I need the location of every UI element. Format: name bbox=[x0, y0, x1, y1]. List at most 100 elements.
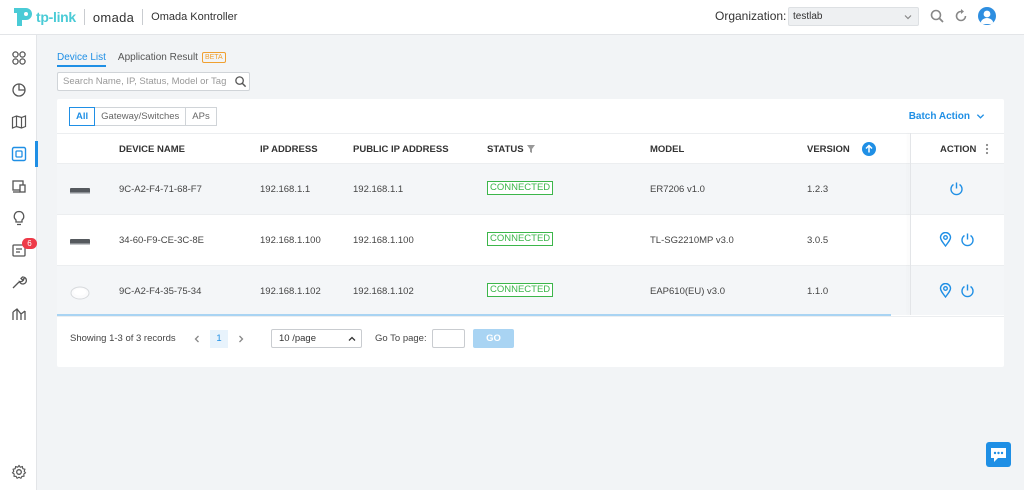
column-device-name[interactable]: DEVICE NAME bbox=[119, 144, 185, 155]
status-badge: CONNECTED bbox=[487, 283, 554, 297]
reboot-icon[interactable] bbox=[960, 283, 975, 298]
column-version[interactable]: VERSION bbox=[807, 144, 850, 155]
ip-address: 192.168.1.102 bbox=[260, 286, 321, 297]
page-number-current[interactable]: 1 bbox=[210, 330, 228, 348]
dashboard-icon bbox=[11, 51, 26, 65]
records-summary: Showing 1-3 of 3 records bbox=[70, 333, 176, 344]
beta-badge: BETA bbox=[201, 52, 226, 63]
sidebar-item-dashboard[interactable] bbox=[0, 43, 37, 73]
sidebar-item-devices[interactable] bbox=[0, 139, 38, 169]
tplink-wordmark: tp-link bbox=[36, 9, 76, 25]
version: 3.0.5 bbox=[807, 235, 829, 246]
table-row[interactable]: 9C-A2-F4-35-75-34 192.168.1.102 192.168.… bbox=[57, 265, 1004, 315]
model: EAP610(EU) v3.0 bbox=[650, 286, 725, 297]
status-badge: CONNECTED bbox=[487, 232, 554, 246]
version: 1.2.3 bbox=[807, 184, 829, 195]
chevron-down-icon bbox=[904, 15, 912, 20]
device-list-card: All Gateway/Switches APs Batch Action DE… bbox=[57, 99, 1004, 367]
top-bar: tp-link omada Omada Kontroller Organizat… bbox=[0, 0, 1024, 35]
chevron-left-icon bbox=[194, 335, 199, 343]
go-button[interactable]: GO bbox=[473, 329, 514, 348]
sidebar-item-clients[interactable] bbox=[0, 171, 37, 201]
refresh-icon[interactable] bbox=[953, 8, 969, 24]
reports-icon bbox=[11, 308, 26, 320]
sidebar-item-settings[interactable] bbox=[0, 457, 37, 487]
brand: tp-link omada Omada Kontroller bbox=[8, 5, 237, 29]
user-avatar[interactable] bbox=[978, 7, 996, 25]
sidebar-item-tools[interactable] bbox=[0, 267, 37, 297]
public-ip-address: 192.168.1.102 bbox=[353, 286, 414, 297]
filter-icon[interactable] bbox=[527, 145, 535, 153]
search-icon[interactable] bbox=[234, 75, 247, 88]
action-column-divider bbox=[910, 133, 911, 315]
column-model[interactable]: MODEL bbox=[650, 144, 684, 155]
sidebar-item-insight[interactable] bbox=[0, 203, 37, 233]
omada-wordmark: omada bbox=[92, 9, 135, 25]
reboot-icon[interactable] bbox=[960, 232, 975, 247]
ip-address: 192.168.1.100 bbox=[260, 235, 321, 246]
sort-ascending-icon[interactable] bbox=[862, 142, 876, 156]
table-row[interactable]: 34-60-F9-CE-3C-8E 192.168.1.100 192.168.… bbox=[57, 214, 1004, 265]
clients-icon bbox=[11, 180, 26, 193]
column-ip-address[interactable]: IP ADDRESS bbox=[260, 144, 318, 155]
sidebar: 6 bbox=[0, 35, 38, 490]
page-size-select[interactable]: 10 /page bbox=[271, 329, 362, 348]
ip-address: 192.168.1.1 bbox=[260, 184, 311, 195]
tab-application-result[interactable]: Application Result BETA bbox=[118, 52, 226, 66]
map-icon bbox=[11, 115, 26, 129]
filter-all[interactable]: All bbox=[69, 107, 96, 126]
tplink-logo-icon bbox=[14, 8, 32, 26]
statistics-icon bbox=[11, 83, 26, 97]
model: ER7206 v1.0 bbox=[650, 184, 705, 195]
prev-page-button[interactable] bbox=[188, 330, 206, 348]
access-point-device-icon bbox=[70, 286, 90, 300]
table-row[interactable]: 9C-A2-F4-71-68-F7 192.168.1.1 192.168.1.… bbox=[57, 163, 1004, 214]
model: TL-SG2210MP v3.0 bbox=[650, 235, 734, 246]
app-name: Omada Kontroller bbox=[151, 11, 238, 23]
column-status[interactable]: STATUS bbox=[487, 144, 524, 155]
chevron-down-icon bbox=[976, 114, 985, 119]
column-action: ACTION bbox=[940, 144, 977, 155]
switch-device-icon bbox=[70, 239, 90, 245]
more-vertical-icon[interactable] bbox=[985, 143, 989, 155]
user-icon bbox=[980, 10, 994, 24]
column-public-ip[interactable]: PUBLIC IP ADDRESS bbox=[353, 144, 449, 155]
public-ip-address: 192.168.1.1 bbox=[353, 184, 404, 195]
tab-device-list[interactable]: Device List bbox=[57, 52, 106, 67]
sidebar-item-logs[interactable]: 6 bbox=[0, 235, 37, 265]
gear-icon bbox=[11, 464, 26, 480]
locate-icon[interactable] bbox=[938, 283, 953, 298]
search-input[interactable] bbox=[58, 73, 228, 90]
search-icon[interactable] bbox=[929, 8, 945, 24]
goto-page-input[interactable] bbox=[432, 329, 465, 348]
pagination: Showing 1-3 of 3 records 1 10 /page Go T… bbox=[57, 316, 1004, 367]
organization-select[interactable]: testlab bbox=[788, 7, 919, 26]
batch-action-button[interactable]: Batch Action bbox=[909, 111, 985, 122]
status-badge: CONNECTED bbox=[487, 181, 554, 195]
reboot-icon[interactable] bbox=[949, 181, 964, 196]
sidebar-item-reports[interactable] bbox=[0, 299, 37, 329]
device-name[interactable]: 9C-A2-F4-35-75-34 bbox=[119, 286, 201, 297]
chevron-up-icon bbox=[348, 336, 356, 341]
insight-icon bbox=[13, 210, 24, 226]
devices-icon bbox=[11, 146, 26, 162]
table-header: DEVICE NAME IP ADDRESS PUBLIC IP ADDRESS… bbox=[57, 133, 1004, 163]
search-box bbox=[57, 72, 250, 91]
logs-badge: 6 bbox=[22, 238, 37, 249]
sidebar-item-map[interactable] bbox=[0, 107, 37, 137]
public-ip-address: 192.168.1.100 bbox=[353, 235, 414, 246]
next-page-button[interactable] bbox=[232, 330, 250, 348]
chat-icon bbox=[991, 448, 1006, 462]
wrench-icon bbox=[12, 276, 27, 289]
device-name[interactable]: 34-60-F9-CE-3C-8E bbox=[119, 235, 204, 246]
device-name[interactable]: 9C-A2-F4-71-68-F7 bbox=[119, 184, 202, 195]
filter-gateway-switches[interactable]: Gateway/Switches bbox=[94, 107, 187, 126]
brand-divider bbox=[83, 9, 85, 25]
brand-divider bbox=[142, 9, 144, 25]
version: 1.1.0 bbox=[807, 286, 829, 297]
chat-support-button[interactable] bbox=[986, 442, 1011, 467]
gateway-device-icon bbox=[70, 188, 90, 194]
locate-icon[interactable] bbox=[938, 232, 953, 247]
sidebar-item-statistics[interactable] bbox=[0, 75, 37, 105]
filter-aps[interactable]: APs bbox=[185, 107, 217, 126]
